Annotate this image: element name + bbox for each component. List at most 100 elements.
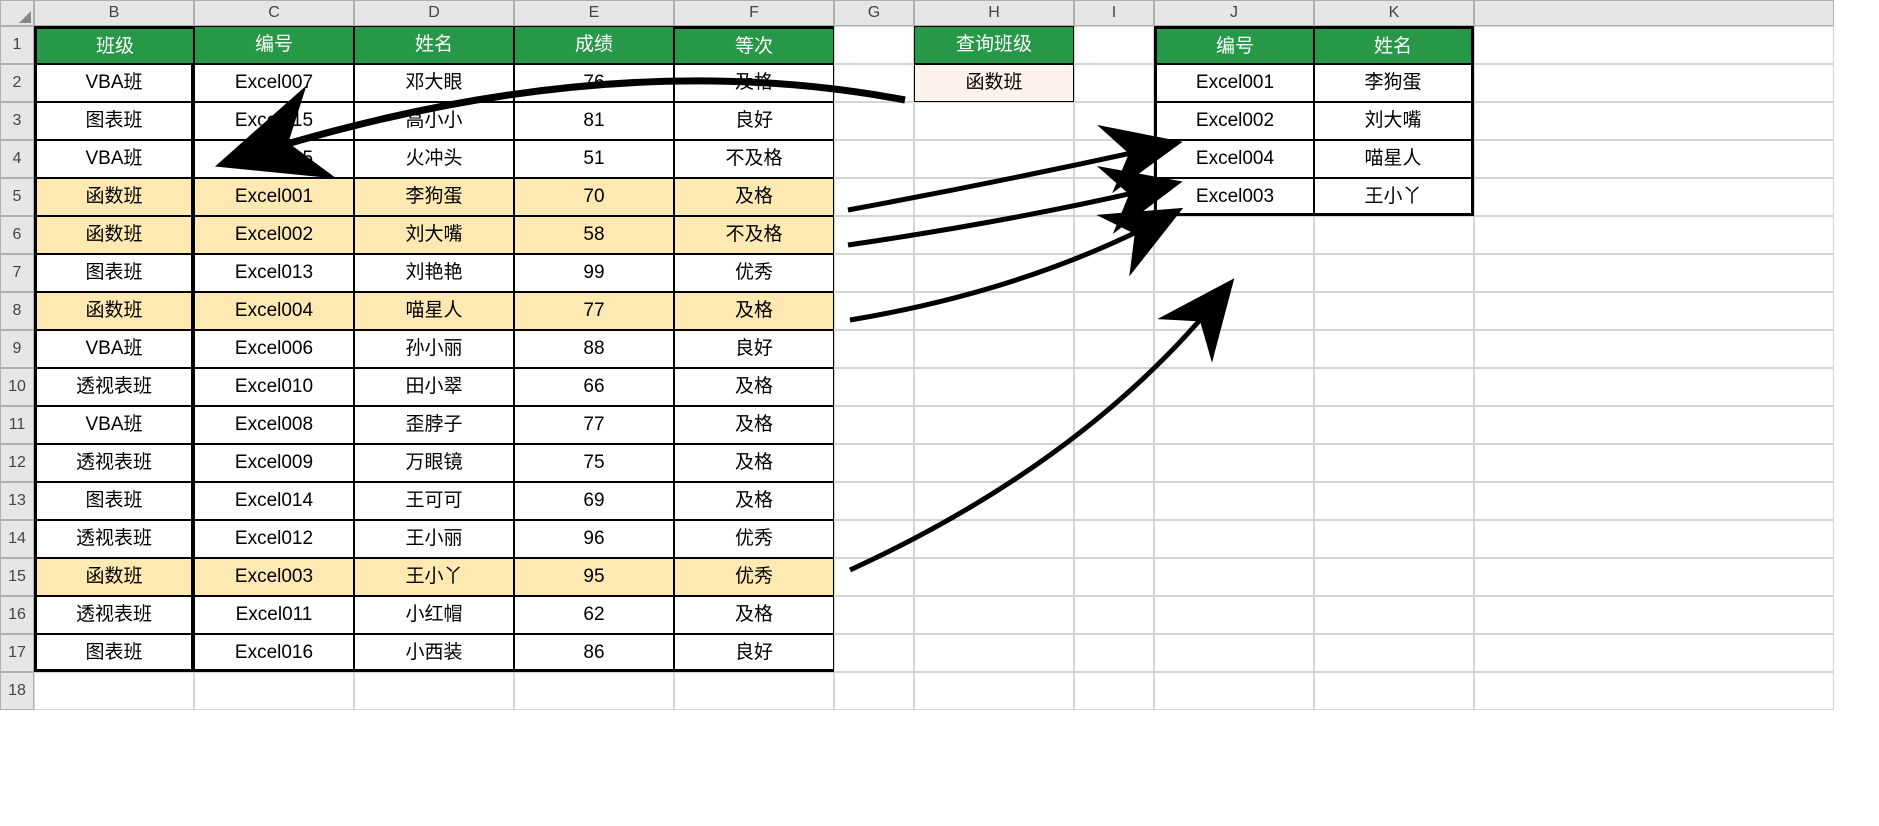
result-header-K[interactable]: 姓名 <box>1314 26 1474 64</box>
main-name-r16[interactable]: 小红帽 <box>354 596 514 634</box>
cell-G15[interactable] <box>834 558 914 596</box>
main-grade-r17[interactable]: 良好 <box>674 634 834 672</box>
main-name-r9[interactable]: 孙小丽 <box>354 330 514 368</box>
col-header-G[interactable]: G <box>834 0 914 26</box>
result-empty-r9-J[interactable] <box>1154 330 1314 368</box>
main-header-E[interactable]: 成绩 <box>514 26 674 64</box>
cell-EXTRA16[interactable] <box>1474 596 1834 634</box>
cell-H10[interactable] <box>914 368 1074 406</box>
cell-EXTRA12[interactable] <box>1474 444 1834 482</box>
cell-H18[interactable] <box>914 672 1074 710</box>
main-name-r3[interactable]: 高小小 <box>354 102 514 140</box>
main-score-r8[interactable]: 77 <box>514 292 674 330</box>
main-score-r13[interactable]: 69 <box>514 482 674 520</box>
result-name-r5[interactable]: 王小丫 <box>1314 178 1474 216</box>
cell-J12[interactable] <box>1154 444 1314 482</box>
main-class-r15[interactable]: 函数班 <box>34 558 194 596</box>
col-header-F[interactable]: F <box>674 0 834 26</box>
main-class-r11[interactable]: VBA班 <box>34 406 194 444</box>
cell-EXTRA2[interactable] <box>1474 64 1834 102</box>
result-empty-r8-J[interactable] <box>1154 292 1314 330</box>
row-header-6[interactable]: 6 <box>0 216 34 254</box>
main-id-r17[interactable]: Excel016 <box>194 634 354 672</box>
main-id-r5[interactable]: Excel001 <box>194 178 354 216</box>
main-score-r6[interactable]: 58 <box>514 216 674 254</box>
main-header-D[interactable]: 姓名 <box>354 26 514 64</box>
row-header-16[interactable]: 16 <box>0 596 34 634</box>
cell-G7[interactable] <box>834 254 914 292</box>
row-header-1[interactable]: 1 <box>0 26 34 64</box>
cell-K14[interactable] <box>1314 520 1474 558</box>
cell-I6[interactable] <box>1074 216 1154 254</box>
col-header-B[interactable]: B <box>34 0 194 26</box>
cell-E18[interactable] <box>514 672 674 710</box>
main-grade-r4[interactable]: 不及格 <box>674 140 834 178</box>
main-id-r12[interactable]: Excel009 <box>194 444 354 482</box>
main-name-r15[interactable]: 王小丫 <box>354 558 514 596</box>
row-header-14[interactable]: 14 <box>0 520 34 558</box>
main-name-r14[interactable]: 王小丽 <box>354 520 514 558</box>
cell-I9[interactable] <box>1074 330 1154 368</box>
cell-G8[interactable] <box>834 292 914 330</box>
main-class-r12[interactable]: 透视表班 <box>34 444 194 482</box>
main-score-r10[interactable]: 66 <box>514 368 674 406</box>
cell-J18[interactable] <box>1154 672 1314 710</box>
cell-I13[interactable] <box>1074 482 1154 520</box>
cell-I5[interactable] <box>1074 178 1154 216</box>
main-grade-r15[interactable]: 优秀 <box>674 558 834 596</box>
main-class-r7[interactable]: 图表班 <box>34 254 194 292</box>
row-header-7[interactable]: 7 <box>0 254 34 292</box>
cell-B18[interactable] <box>34 672 194 710</box>
cell-H4[interactable] <box>914 140 1074 178</box>
cell-EXTRA4[interactable] <box>1474 140 1834 178</box>
result-name-r4[interactable]: 喵星人 <box>1314 140 1474 178</box>
main-grade-r13[interactable]: 及格 <box>674 482 834 520</box>
main-grade-r12[interactable]: 及格 <box>674 444 834 482</box>
result-id-r3[interactable]: Excel002 <box>1154 102 1314 140</box>
main-id-r2[interactable]: Excel007 <box>194 64 354 102</box>
cell-I10[interactable] <box>1074 368 1154 406</box>
cell-I2[interactable] <box>1074 64 1154 102</box>
result-empty-r6-J[interactable] <box>1154 216 1314 254</box>
cell-I8[interactable] <box>1074 292 1154 330</box>
cell-J13[interactable] <box>1154 482 1314 520</box>
main-name-r7[interactable]: 刘艳艳 <box>354 254 514 292</box>
result-empty-r7-K[interactable] <box>1314 254 1474 292</box>
result-empty-r8-K[interactable] <box>1314 292 1474 330</box>
main-id-r3[interactable]: Excel015 <box>194 102 354 140</box>
main-id-r16[interactable]: Excel011 <box>194 596 354 634</box>
main-class-r3[interactable]: 图表班 <box>34 102 194 140</box>
cell-EXTRA17[interactable] <box>1474 634 1834 672</box>
result-empty-r7-J[interactable] <box>1154 254 1314 292</box>
main-id-r14[interactable]: Excel012 <box>194 520 354 558</box>
main-id-r13[interactable]: Excel014 <box>194 482 354 520</box>
cell-K11[interactable] <box>1314 406 1474 444</box>
main-score-r3[interactable]: 81 <box>514 102 674 140</box>
main-score-r4[interactable]: 51 <box>514 140 674 178</box>
col-header-D[interactable]: D <box>354 0 514 26</box>
cell-H13[interactable] <box>914 482 1074 520</box>
cell-G9[interactable] <box>834 330 914 368</box>
cell-H9[interactable] <box>914 330 1074 368</box>
main-class-r16[interactable]: 透视表班 <box>34 596 194 634</box>
cell-H14[interactable] <box>914 520 1074 558</box>
col-header-C[interactable]: C <box>194 0 354 26</box>
cell-K18[interactable] <box>1314 672 1474 710</box>
result-header-J[interactable]: 编号 <box>1154 26 1314 64</box>
main-class-r10[interactable]: 透视表班 <box>34 368 194 406</box>
main-name-r10[interactable]: 田小翠 <box>354 368 514 406</box>
col-header-E[interactable]: E <box>514 0 674 26</box>
main-class-r2[interactable]: VBA班 <box>34 64 194 102</box>
cell-I12[interactable] <box>1074 444 1154 482</box>
cell-EXTRA5[interactable] <box>1474 178 1834 216</box>
cell-I16[interactable] <box>1074 596 1154 634</box>
cell-H8[interactable] <box>914 292 1074 330</box>
main-class-r13[interactable]: 图表班 <box>34 482 194 520</box>
main-header-B[interactable]: 班级 <box>34 26 194 64</box>
main-grade-r6[interactable]: 不及格 <box>674 216 834 254</box>
cell-I4[interactable] <box>1074 140 1154 178</box>
cell-K17[interactable] <box>1314 634 1474 672</box>
col-header-extra-10[interactable] <box>1474 0 1834 26</box>
cell-G6[interactable] <box>834 216 914 254</box>
main-grade-r9[interactable]: 良好 <box>674 330 834 368</box>
